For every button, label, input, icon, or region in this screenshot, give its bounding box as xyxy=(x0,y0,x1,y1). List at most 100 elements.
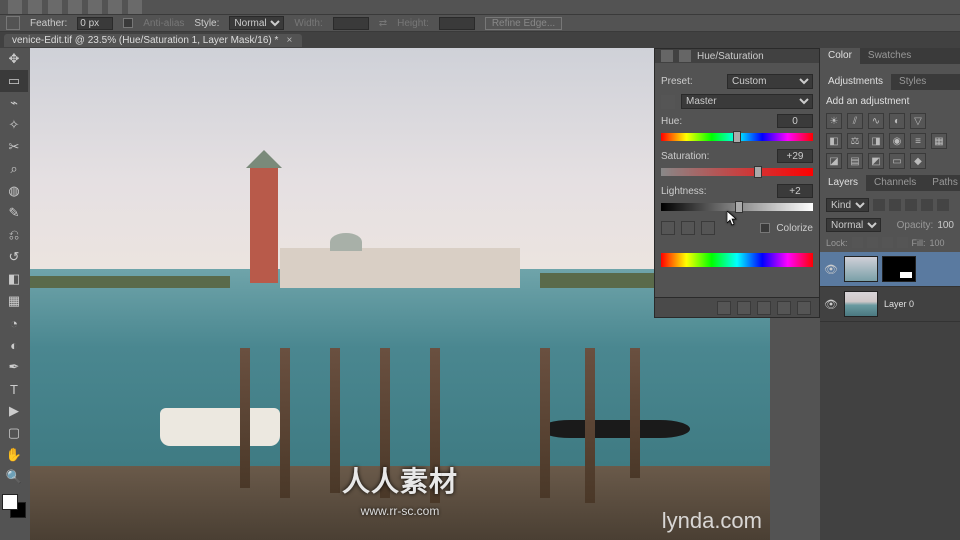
reset-icon[interactable] xyxy=(757,301,771,315)
layer-row[interactable]: 👁 xyxy=(820,252,960,287)
panel-icon xyxy=(679,50,691,62)
menu-icon[interactable] xyxy=(28,0,42,14)
magic-wand-tool-icon[interactable]: ✧ xyxy=(0,114,28,136)
healing-brush-tool-icon[interactable]: ◍ xyxy=(0,180,28,202)
eyedropper-subtract-icon[interactable] xyxy=(701,221,715,235)
layer-mask-thumbnail[interactable] xyxy=(882,256,916,282)
levels-icon[interactable]: ⫽ xyxy=(847,113,863,129)
foreground-color-swatch[interactable] xyxy=(2,494,18,510)
document-tab[interactable]: venice-Edit.tif @ 23.5% (Hue/Saturation … xyxy=(4,34,302,47)
filter-pixel-icon[interactable] xyxy=(873,199,885,211)
posterize-icon[interactable]: ▤ xyxy=(847,153,863,169)
channel-mixer-icon[interactable]: ≡ xyxy=(910,133,926,149)
clip-to-layer-icon[interactable] xyxy=(717,301,731,315)
marquee-tool-icon[interactable]: ▭ xyxy=(0,70,28,92)
visibility-toggle-icon[interactable]: 👁 xyxy=(824,263,838,275)
threshold-icon[interactable]: ◩ xyxy=(868,153,884,169)
menu-icon[interactable] xyxy=(128,0,142,14)
hue-slider[interactable] xyxy=(661,133,813,143)
type-tool-icon[interactable]: T xyxy=(0,378,28,400)
blend-mode-select[interactable]: Normal xyxy=(826,218,881,232)
pen-tool-icon[interactable]: ✒ xyxy=(0,356,28,378)
layer-name[interactable]: Layer 0 xyxy=(884,299,914,309)
opacity-value[interactable]: 100 xyxy=(937,220,954,231)
tab-adjustments[interactable]: Adjustments xyxy=(820,74,891,90)
tab-channels[interactable]: Channels xyxy=(866,175,924,191)
eyedropper-icon[interactable] xyxy=(661,221,675,235)
photo-filter-icon[interactable]: ◉ xyxy=(889,133,905,149)
lock-transparency-icon[interactable] xyxy=(852,237,863,248)
filter-type-icon[interactable] xyxy=(905,199,917,211)
preset-select[interactable]: Custom xyxy=(727,74,813,89)
saturation-slider[interactable] xyxy=(661,168,813,178)
image-dome xyxy=(330,233,362,251)
menu-icon[interactable] xyxy=(48,0,62,14)
eyedropper-tool-icon[interactable]: ⌕ xyxy=(0,158,28,180)
feather-input[interactable] xyxy=(77,17,113,30)
refine-edge-button[interactable]: Refine Edge... xyxy=(485,17,562,30)
crop-tool-icon[interactable]: ✂ xyxy=(0,136,28,158)
hue-input[interactable] xyxy=(777,114,813,128)
hue-saturation-icon[interactable]: ◧ xyxy=(826,133,842,149)
zoom-tool-icon[interactable]: 🔍 xyxy=(0,466,28,488)
eyedropper-add-icon[interactable] xyxy=(681,221,695,235)
lightness-input[interactable] xyxy=(777,184,813,198)
channel-select[interactable]: Master xyxy=(681,94,813,109)
dodge-tool-icon[interactable]: ◐ xyxy=(0,334,28,356)
colorize-checkbox[interactable] xyxy=(760,223,770,233)
tab-color[interactable]: Color xyxy=(820,48,860,64)
hand-tool-icon[interactable]: ✋ xyxy=(0,444,28,466)
tab-layers[interactable]: Layers xyxy=(820,175,866,191)
history-brush-tool-icon[interactable]: ↺ xyxy=(0,246,28,268)
scrubby-icon[interactable] xyxy=(661,95,675,109)
lock-all-icon[interactable] xyxy=(897,237,908,248)
fill-value[interactable]: 100 xyxy=(930,238,945,248)
lock-pixels-icon[interactable] xyxy=(867,237,878,248)
eraser-tool-icon[interactable]: ◧ xyxy=(0,268,28,290)
marquee-tool-icon[interactable] xyxy=(6,16,20,30)
filter-smart-icon[interactable] xyxy=(937,199,949,211)
brightness-contrast-icon[interactable]: ☀ xyxy=(826,113,842,129)
exposure-icon[interactable]: ◐ xyxy=(889,113,905,129)
curves-icon[interactable]: ∿ xyxy=(868,113,884,129)
vibrance-icon[interactable]: ▽ xyxy=(910,113,926,129)
filter-kind-select[interactable]: Kind xyxy=(826,198,869,212)
clone-stamp-tool-icon[interactable]: ⎌ xyxy=(0,224,28,246)
blur-tool-icon[interactable]: ◔ xyxy=(0,312,28,334)
invert-icon[interactable]: ◪ xyxy=(826,153,842,169)
menu-icon[interactable] xyxy=(8,0,22,14)
gradient-tool-icon[interactable]: ▦ xyxy=(0,290,28,312)
path-selection-tool-icon[interactable]: ▶ xyxy=(0,400,28,422)
lasso-tool-icon[interactable]: ⌁ xyxy=(0,92,28,114)
close-icon[interactable]: × xyxy=(284,35,294,45)
color-balance-icon[interactable]: ⚖ xyxy=(847,133,863,149)
color-swatches[interactable] xyxy=(0,492,28,522)
layer-thumbnail[interactable] xyxy=(844,291,878,317)
tab-styles[interactable]: Styles xyxy=(891,74,934,90)
menu-icon[interactable] xyxy=(108,0,122,14)
black-white-icon[interactable]: ◨ xyxy=(868,133,884,149)
panel-header[interactable]: Hue/Saturation xyxy=(655,49,819,63)
tab-swatches[interactable]: Swatches xyxy=(860,48,919,64)
adjustment-layer-thumbnail[interactable] xyxy=(844,256,878,282)
visibility-toggle-icon[interactable]: 👁 xyxy=(824,298,838,310)
menu-icon[interactable] xyxy=(88,0,102,14)
visibility-icon[interactable] xyxy=(777,301,791,315)
brush-tool-icon[interactable]: ✎ xyxy=(0,202,28,224)
shape-tool-icon[interactable]: ▢ xyxy=(0,422,28,444)
color-lookup-icon[interactable]: ▦ xyxy=(931,133,947,149)
move-tool-icon[interactable]: ✥ xyxy=(0,48,28,70)
trash-icon[interactable] xyxy=(797,301,811,315)
filter-shape-icon[interactable] xyxy=(921,199,933,211)
tab-paths[interactable]: Paths xyxy=(924,175,960,191)
color-panel-tabs: Color Swatches xyxy=(820,48,960,64)
saturation-input[interactable] xyxy=(777,149,813,163)
style-select[interactable]: Normal xyxy=(229,16,284,30)
previous-state-icon[interactable] xyxy=(737,301,751,315)
filter-adjustment-icon[interactable] xyxy=(889,199,901,211)
selective-color-icon[interactable]: ◆ xyxy=(910,153,926,169)
lock-position-icon[interactable] xyxy=(882,237,893,248)
menu-icon[interactable] xyxy=(68,0,82,14)
layer-row[interactable]: 👁 Layer 0 xyxy=(820,287,960,322)
gradient-map-icon[interactable]: ▭ xyxy=(889,153,905,169)
